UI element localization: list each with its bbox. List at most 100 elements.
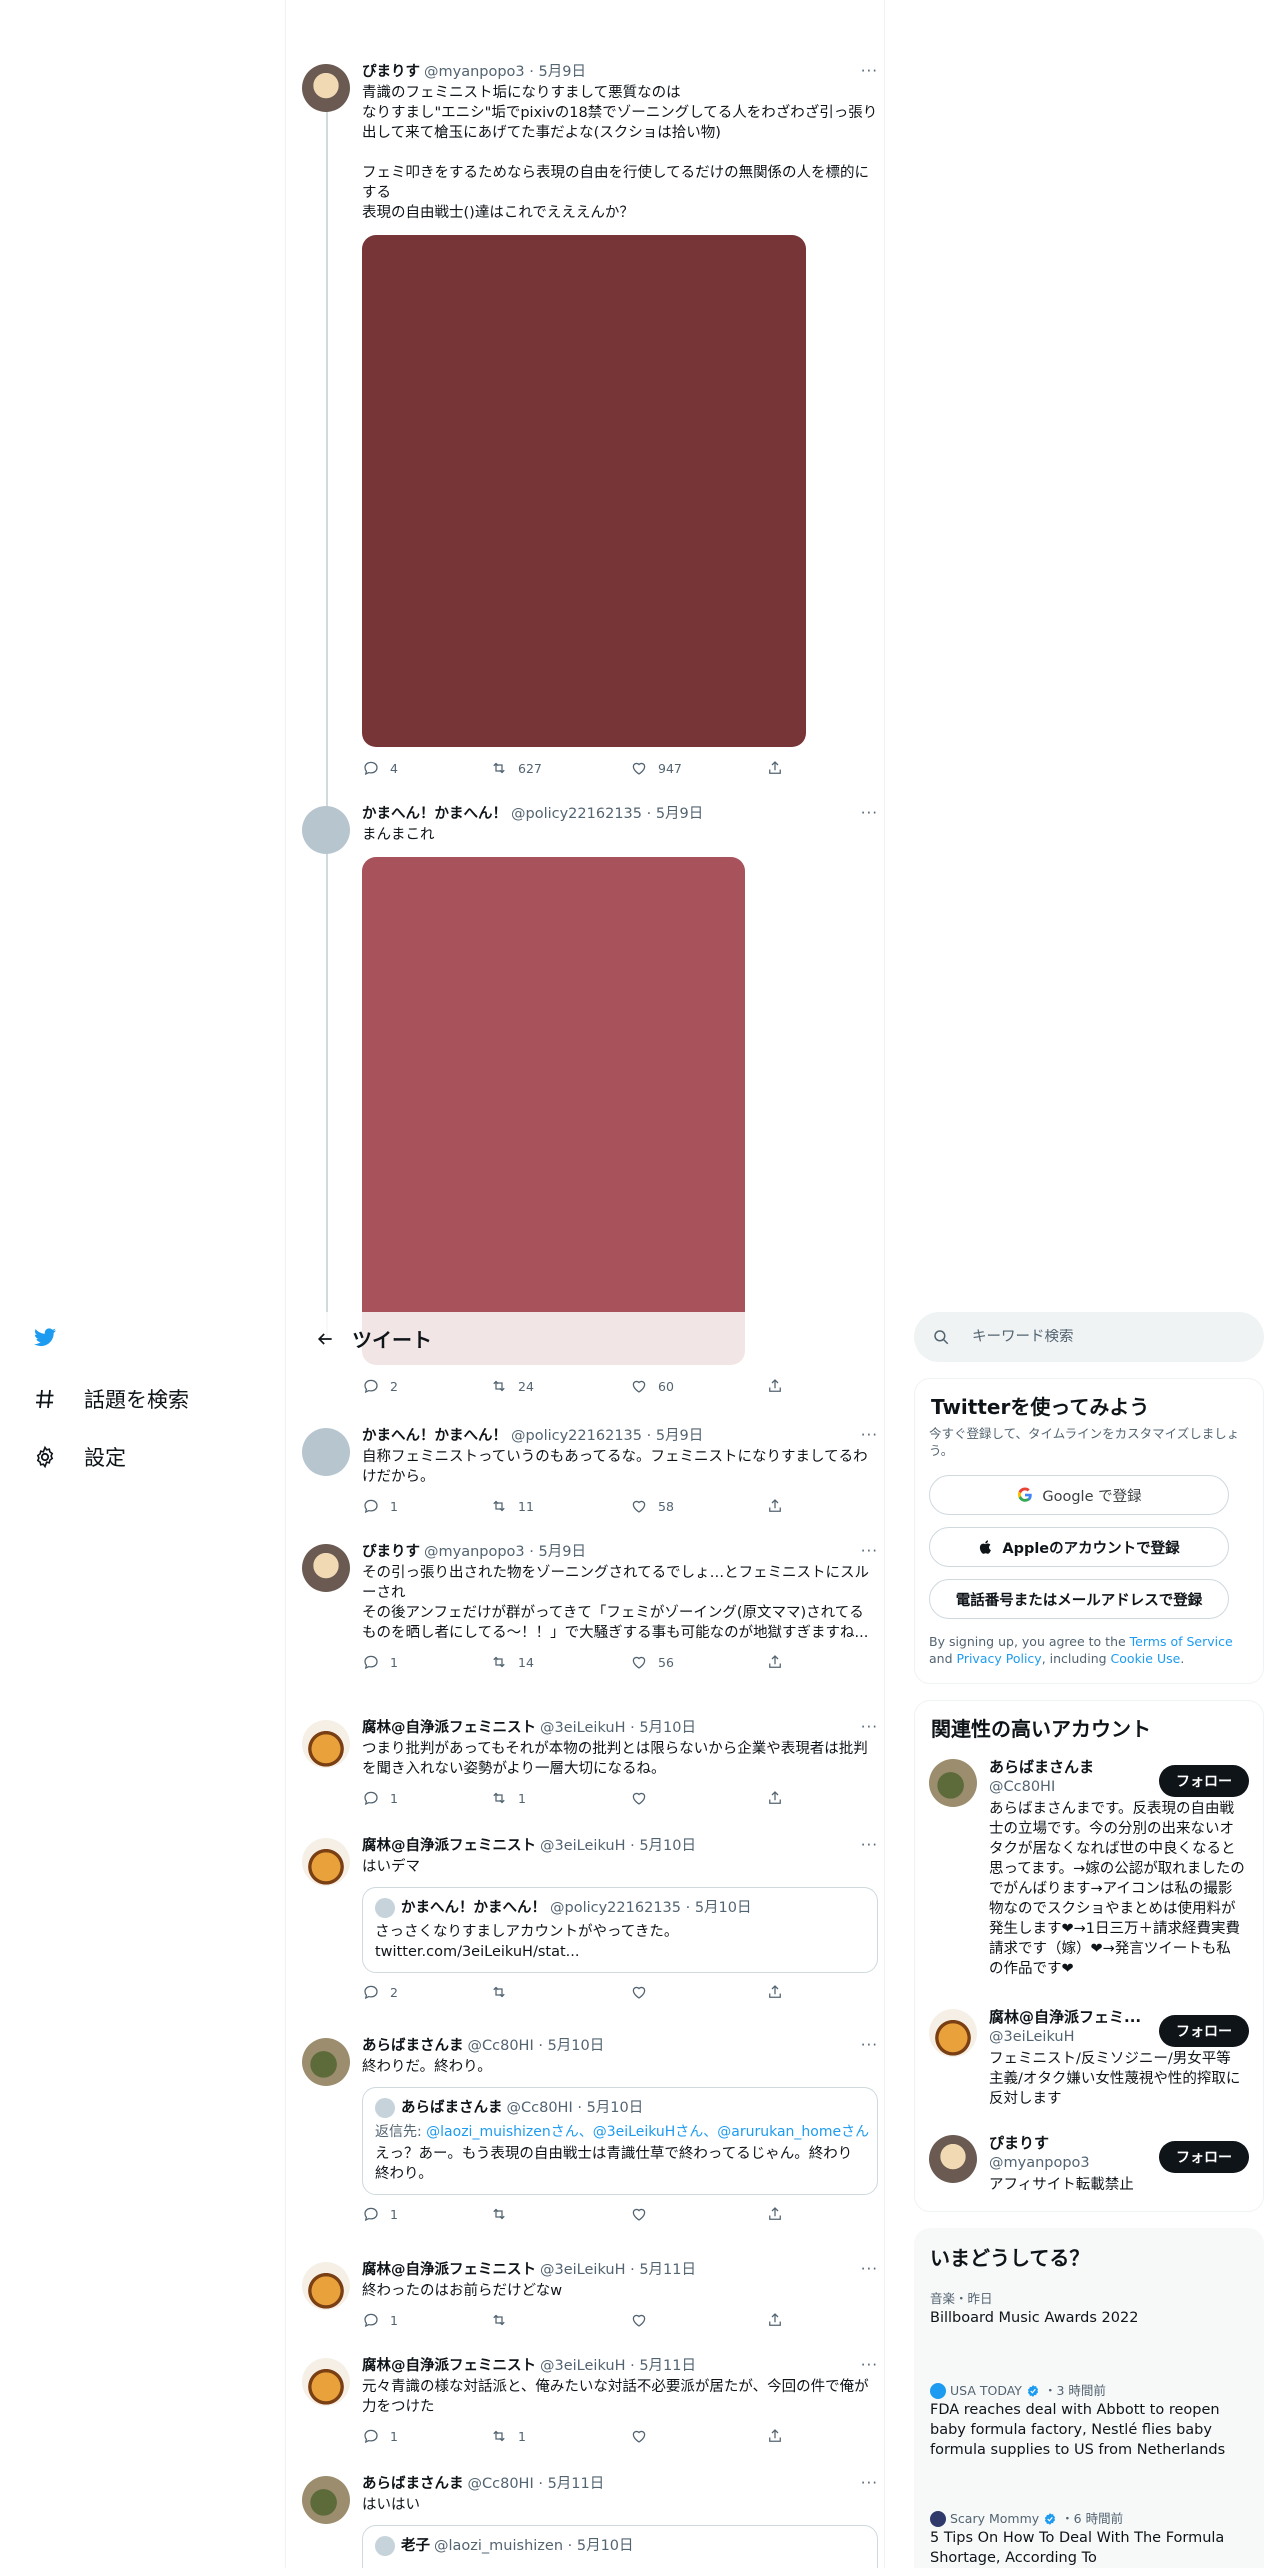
reply-button[interactable]: 2 [362,1377,398,1395]
trend-item[interactable]: Scary Mommy ・6 時間前 5 Tips On How To Deal… [930,2510,1230,2568]
retweet-button[interactable]: 627 [490,759,542,777]
search-input[interactable] [972,1329,1222,1345]
author-name[interactable]: ぴまりす [362,62,420,82]
share-button[interactable] [766,1789,784,1807]
more-icon[interactable]: ··· [861,62,878,80]
related-account[interactable]: あらばまさんま @Cc80HI あらばまさんまです。反表現の自由戦士の立場です。… [929,1757,1249,1977]
author-handle[interactable]: @3eiLeikuH [540,2260,626,2280]
avatar[interactable] [302,2262,350,2310]
cookie-use-link[interactable]: Cookie Use [1111,1651,1181,1666]
quoted-tweet[interactable]: あらばまさんま @Cc80HI · 5月10日 返信先: @laozi_muis… [362,2087,878,2195]
share-button[interactable] [766,759,784,777]
reply-button[interactable]: 1 [362,2427,398,2445]
avatar[interactable] [302,2038,350,2086]
reply-to-handles[interactable]: @laozi_muishizenさん、@3eiLeikuHさん、@aruruka… [426,2124,869,2140]
reply-button[interactable]: 1 [362,2205,398,2223]
avatar[interactable] [302,2476,350,2524]
more-icon[interactable]: ··· [861,2356,878,2374]
author-handle[interactable]: @policy22162135 [511,1426,642,1446]
more-icon[interactable]: ··· [861,1718,878,1736]
phone-email-signup-button[interactable]: 電話番号またはメールアドレスで登録 [929,1579,1229,1619]
trend-item[interactable]: USA TODAY ・3 時間前 FDA reaches deal with A… [930,2382,1230,2460]
avatar[interactable] [302,1428,350,1476]
like-button[interactable] [630,1983,648,2001]
nav-explore[interactable]: 話題を検索 [32,1384,189,1414]
avatar[interactable] [302,64,350,112]
avatar[interactable] [302,2358,350,2406]
related-account[interactable]: ぴまりす @myanpopo3 アフィサイト転載禁止 フォロー [929,2133,1249,2203]
author-name[interactable]: 腐林@自浄派フェミニスト [362,1718,536,1738]
reply-button[interactable]: 1 [362,2311,398,2329]
tweet-date[interactable]: 5月11日 [639,2356,696,2376]
related-account[interactable]: 腐林@自浄派フェミ... @3eiLeikuH フェミニスト/反ミソジニー/男女… [929,2007,1249,2117]
tweet-date[interactable]: 5月11日 [639,2260,696,2280]
reply-button[interactable]: 2 [362,1983,398,2001]
like-button[interactable] [630,1789,658,1807]
quoted-tweet[interactable]: 老子 @laozi_muishizen · 5月10日 [362,2525,878,2568]
tweet-date[interactable]: 5月9日 [656,804,703,824]
author-handle[interactable]: @Cc80HI [468,2474,534,2494]
author-name[interactable]: 腐林@自浄派フェミニスト [362,2260,536,2280]
search-bar[interactable] [914,1312,1264,1362]
retweet-button[interactable]: 24 [490,1377,534,1395]
tweet-date[interactable]: 5月10日 [639,1836,696,1856]
author-handle[interactable]: @3eiLeikuH [540,1836,626,1856]
tweet-date[interactable]: 5月9日 [539,62,586,82]
tweet-image[interactable] [362,857,745,1365]
author-handle[interactable]: @policy22162135 [511,804,642,824]
back-button[interactable] [298,1329,352,1349]
like-button[interactable] [630,2205,648,2223]
more-icon[interactable]: ··· [861,1426,878,1444]
like-button[interactable]: 60 [630,1377,674,1395]
share-button[interactable] [766,1653,784,1671]
like-button[interactable] [630,2427,648,2445]
author-name[interactable]: 腐林@自浄派フェミニスト [362,2356,536,2376]
reply-button[interactable]: 1 [362,1497,398,1515]
author-handle[interactable]: @3eiLeikuH [540,1718,626,1738]
like-button[interactable] [630,2311,648,2329]
share-button[interactable] [766,2205,784,2223]
retweet-button[interactable] [490,2311,508,2329]
retweet-button[interactable] [490,1983,508,2001]
tweet-date[interactable]: 5月9日 [656,1426,703,1446]
nav-settings[interactable]: 設定 [32,1442,126,1472]
author-name[interactable]: 腐林@自浄派フェミニスト [362,1836,536,1856]
avatar[interactable] [302,1720,350,1768]
author-handle[interactable]: @myanpopo3 [424,1542,525,1562]
twitter-logo[interactable] [32,1324,58,1350]
like-button[interactable]: 56 [630,1653,674,1671]
more-icon[interactable]: ··· [861,2474,878,2492]
retweet-button[interactable] [490,2205,508,2223]
like-button[interactable]: 58 [630,1497,674,1515]
follow-button[interactable]: フォロー [1159,2141,1249,2173]
tweet-date[interactable]: 5月10日 [639,1718,696,1738]
avatar[interactable] [929,2135,977,2183]
tweet-date[interactable]: 5月11日 [548,2474,605,2494]
share-button[interactable] [766,1377,784,1395]
author-name[interactable]: かまへん！かまへん！ [362,804,507,824]
retweet-button[interactable]: 1 [490,2427,526,2445]
reply-button[interactable]: 1 [362,1789,398,1807]
tweet-date[interactable]: 5月10日 [548,2036,605,2056]
follow-button[interactable]: フォロー [1159,1765,1249,1797]
like-button[interactable]: 947 [630,759,682,777]
author-handle[interactable]: @3eiLeikuH [540,2356,626,2376]
share-button[interactable] [766,2427,784,2445]
more-icon[interactable]: ··· [861,2260,878,2278]
avatar[interactable] [929,2009,977,2057]
avatar[interactable] [302,1544,350,1592]
trend-item[interactable]: 音楽・昨日 Billboard Music Awards 2022 [930,2290,1230,2328]
avatar[interactable] [929,1759,977,1807]
apple-signup-button[interactable]: Appleのアカウントで登録 [929,1527,1229,1567]
terms-of-service-link[interactable]: Terms of Service [1130,1634,1233,1649]
share-button[interactable] [766,1497,784,1515]
reply-button[interactable]: 4 [362,759,398,777]
privacy-policy-link[interactable]: Privacy Policy [957,1651,1042,1666]
tweet-date[interactable]: 5月9日 [539,1542,586,1562]
follow-button[interactable]: フォロー [1159,2015,1249,2047]
retweet-button[interactable]: 11 [490,1497,534,1515]
share-button[interactable] [766,1983,784,2001]
more-icon[interactable]: ··· [861,1542,878,1560]
retweet-button[interactable]: 14 [490,1653,534,1671]
retweet-button[interactable]: 1 [490,1789,526,1807]
